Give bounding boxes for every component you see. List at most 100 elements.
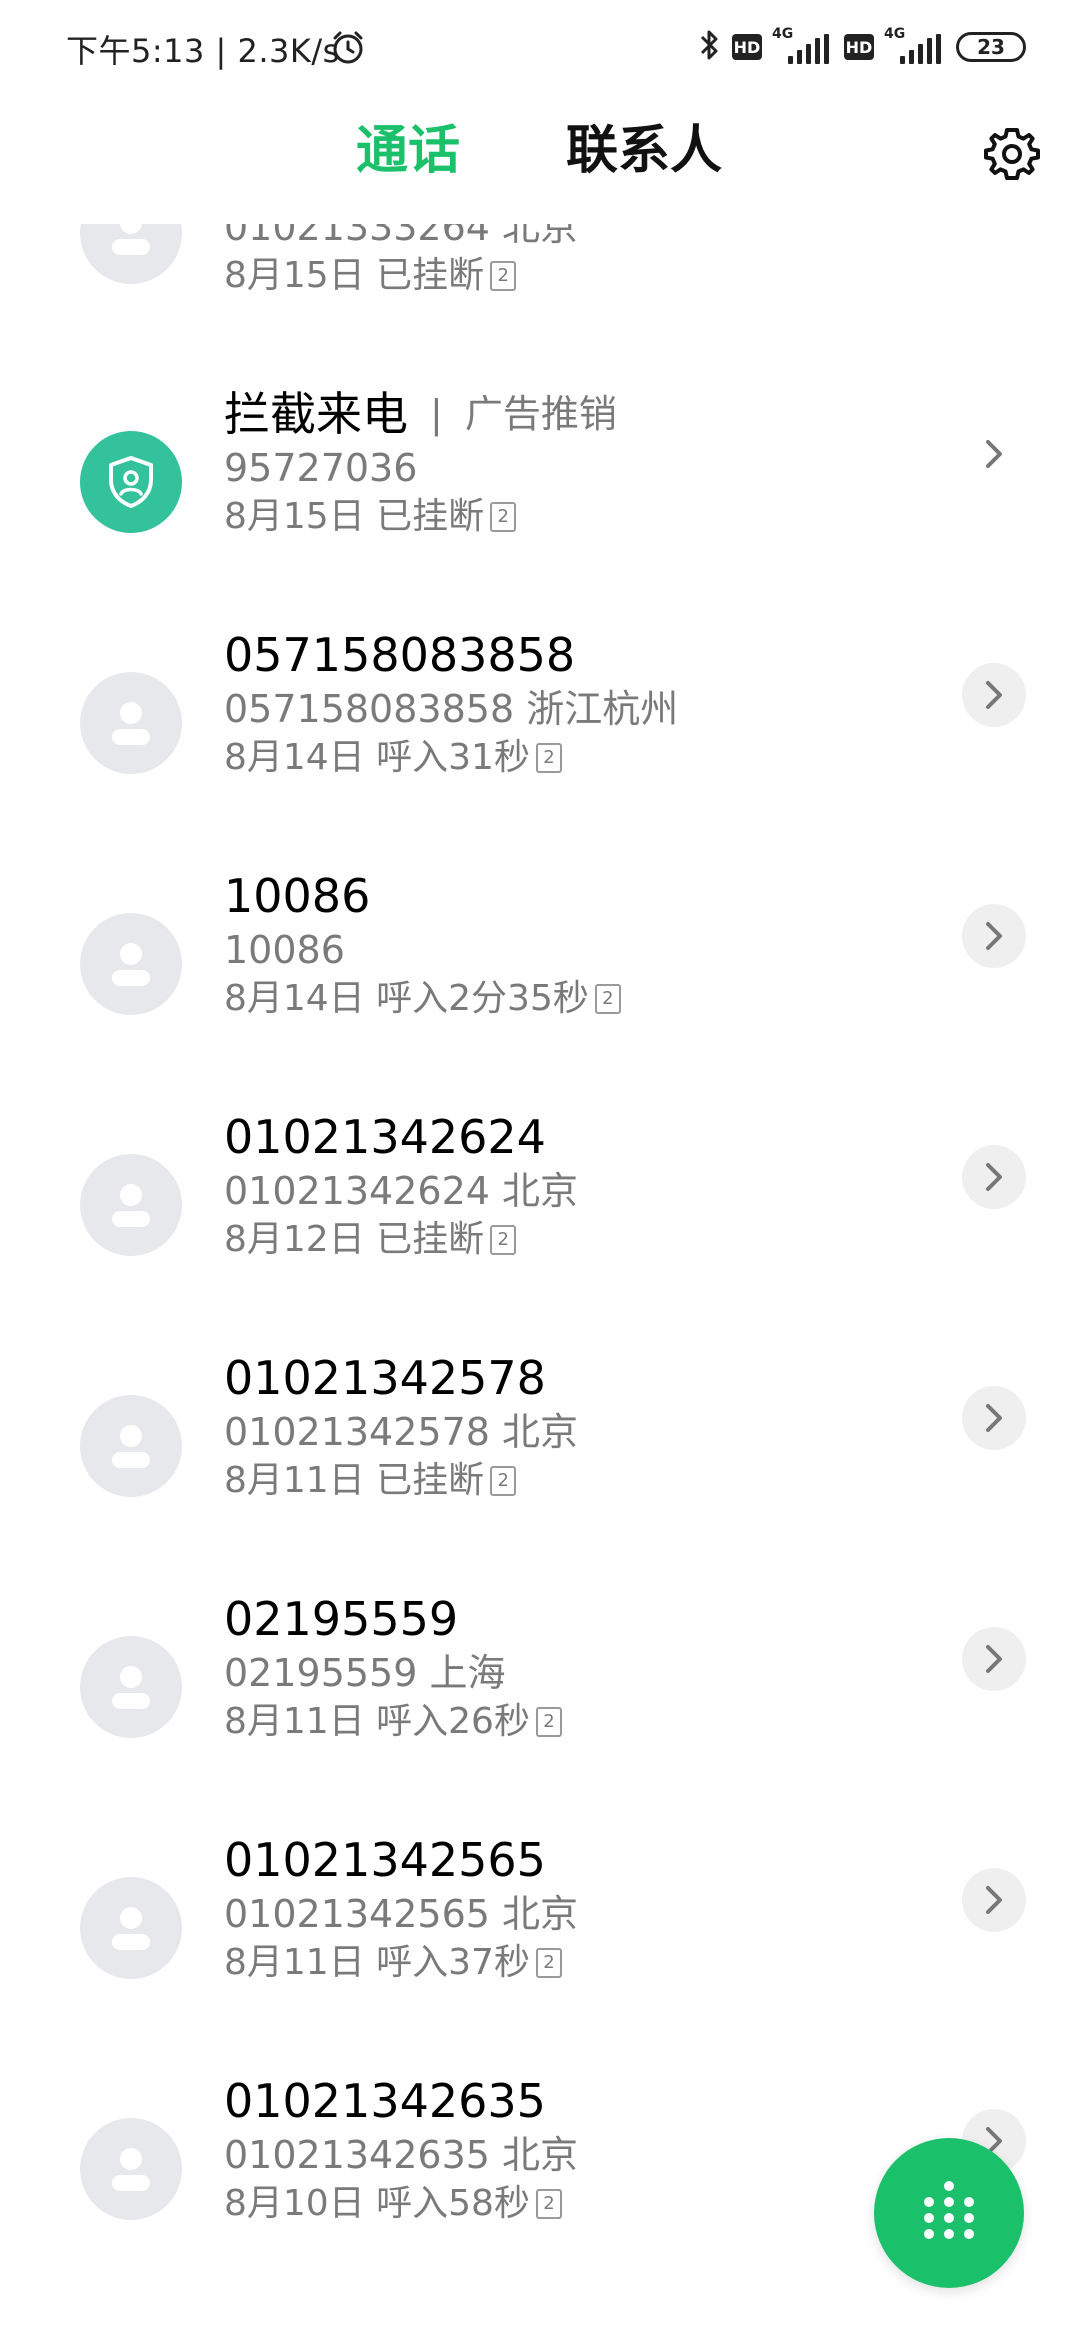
sim-badge: 2 [535, 2189, 562, 2219]
shield-user-icon [109, 456, 153, 508]
call-title: 拦截来电 | 广告推销 [224, 386, 617, 442]
call-meta: 8月15日 已挂断 2 [224, 494, 517, 540]
dialpad-button[interactable] [874, 2138, 1024, 2288]
call-row[interactable]: 01021342624 01021342624 北京 8月12日 已挂断 2 [0, 1110, 1080, 1359]
call-row[interactable]: 01021342565 01021342565 北京 8月11日 呼入37秒 2 [0, 1833, 1080, 2082]
contact-avatar[interactable] [80, 672, 182, 774]
call-number-location: 057158083858 浙江杭州 [224, 687, 679, 731]
contact-avatar[interactable] [80, 2118, 182, 2220]
call-detail-button[interactable] [962, 1868, 1026, 1932]
call-title: 02195559 [224, 1592, 459, 1646]
sim-badge: 2 [490, 1466, 517, 1496]
sim-badge: 2 [535, 1707, 562, 1737]
call-row[interactable]: 10086 10086 8月14日 呼入2分35秒 2 [0, 869, 1080, 1118]
call-date-status: 8月11日 呼入37秒 [224, 1942, 530, 1983]
tab-calls[interactable]: 通话 [356, 116, 460, 186]
person-icon [112, 1666, 150, 1709]
sim-badge: 2 [594, 984, 621, 1014]
call-meta: 8月15日 已挂断 2 [224, 253, 517, 299]
call-date-status: 8月10日 呼入58秒 [224, 2183, 530, 2224]
contact-avatar[interactable] [80, 1154, 182, 1256]
call-meta: 8月11日 呼入26秒 2 [224, 1699, 562, 1745]
call-date-status: 8月15日 已挂断 [224, 496, 485, 537]
call-number-location: 02195559 上海 [224, 1651, 506, 1695]
call-number-location: 01021342635 北京 [224, 2133, 579, 2177]
call-detail-button[interactable] [962, 1145, 1026, 1209]
sim-badge: 2 [535, 1948, 562, 1978]
call-title: 01021342635 [224, 2074, 546, 2128]
person-icon [112, 1907, 150, 1950]
call-date-status: 8月11日 呼入26秒 [224, 1701, 530, 1742]
signal-icon-2: 4G [884, 24, 946, 70]
hd-badge-2: HD [844, 34, 874, 60]
sim-badge: 2 [490, 261, 517, 291]
call-date-status: 8月12日 已挂断 [224, 1219, 485, 1260]
call-row[interactable]: 拦截来电 | 广告推销 95727036 8月15日 已挂断 2 [0, 387, 1080, 636]
call-title: 01021342624 [224, 1110, 546, 1164]
sim-badge: 2 [490, 502, 517, 532]
call-number-location: 95727036 [224, 446, 418, 490]
call-detail-button[interactable] [962, 1627, 1026, 1691]
call-number-location: 10086 [224, 928, 345, 972]
dialpad-icon [924, 2181, 974, 2239]
call-meta: 8月14日 呼入31秒 2 [224, 735, 562, 781]
contact-avatar[interactable] [80, 1395, 182, 1497]
person-icon [112, 702, 150, 745]
person-icon [112, 1184, 150, 1227]
person-icon [112, 2148, 150, 2191]
tag-divider: | [430, 392, 443, 436]
chevron-right-icon [986, 681, 1002, 709]
contact-avatar[interactable] [80, 1636, 182, 1738]
call-row[interactable]: 02195559 02195559 上海 8月11日 呼入26秒 2 [0, 1592, 1080, 1841]
chevron-right-icon [986, 440, 1002, 468]
contact-avatar[interactable] [80, 1877, 182, 1979]
call-tag: 广告推销 [464, 392, 617, 436]
top-bar: 通话 联系人 [0, 96, 1080, 224]
call-meta: 8月14日 呼入2分35秒 2 [224, 976, 621, 1022]
call-title: 01021342578 [224, 1351, 546, 1405]
call-log-list[interactable]: 0102133326401021333264 北京8月15日 已挂断2拦截来电|… [0, 0, 1080, 2340]
call-title: 10086 [224, 869, 371, 923]
call-detail-button[interactable] [962, 663, 1026, 727]
tab-contacts[interactable]: 联系人 [566, 116, 722, 186]
call-number-location: 01021342565 北京 [224, 1892, 579, 1936]
person-icon [112, 943, 150, 986]
sim-badge: 2 [490, 1225, 517, 1255]
call-meta: 8月11日 已挂断 2 [224, 1458, 517, 1504]
call-detail-button[interactable] [962, 1386, 1026, 1450]
call-date-status: 8月11日 已挂断 [224, 1460, 485, 1501]
status-indicators: HD 4G HD 4G 23 [698, 24, 1026, 70]
settings-button[interactable] [980, 122, 1044, 186]
person-icon [112, 1425, 150, 1468]
blocked-call-avatar[interactable] [80, 431, 182, 533]
call-title-text: 拦截来电 [224, 387, 408, 441]
sim-badge: 2 [535, 743, 562, 773]
call-number-location: 01021342578 北京 [224, 1410, 579, 1454]
call-date-status: 8月14日 呼入2分35秒 [224, 978, 589, 1019]
call-meta: 8月12日 已挂断 2 [224, 1217, 517, 1263]
status-bar: 下午5:13 | 2.3K/s HD 4G HD 4G 23 [0, 0, 1080, 96]
call-row[interactable]: 01021342578 01021342578 北京 8月11日 已挂断 2 [0, 1351, 1080, 1600]
call-meta: 8月11日 呼入37秒 2 [224, 1940, 562, 1986]
call-detail-button[interactable] [962, 904, 1026, 968]
call-detail-button[interactable] [962, 422, 1026, 486]
call-date-status: 8月15日 已挂断 [224, 255, 485, 296]
signal-icon-1: 4G [772, 24, 834, 70]
call-number-location: 01021342624 北京 [224, 1169, 579, 1213]
call-title: 057158083858 [224, 628, 576, 682]
call-row[interactable]: 057158083858 057158083858 浙江杭州 8月14日 呼入31秒… [0, 628, 1080, 877]
call-title: 01021342565 [224, 1833, 546, 1887]
alarm-icon [330, 30, 366, 66]
gear-icon [984, 128, 1040, 180]
call-date-status: 8月14日 呼入31秒 [224, 737, 530, 778]
bluetooth-icon [698, 27, 722, 67]
chevron-right-icon [986, 1645, 1002, 1673]
battery-level: 23 [977, 35, 1005, 59]
chevron-right-icon [986, 1163, 1002, 1191]
status-time: 下午5:13 | 2.3K/s [66, 32, 340, 70]
contact-avatar[interactable] [80, 913, 182, 1015]
chevron-right-icon [986, 1886, 1002, 1914]
battery-indicator: 23 [956, 32, 1026, 62]
chevron-right-icon [986, 1404, 1002, 1432]
hd-badge-1: HD [732, 34, 762, 60]
